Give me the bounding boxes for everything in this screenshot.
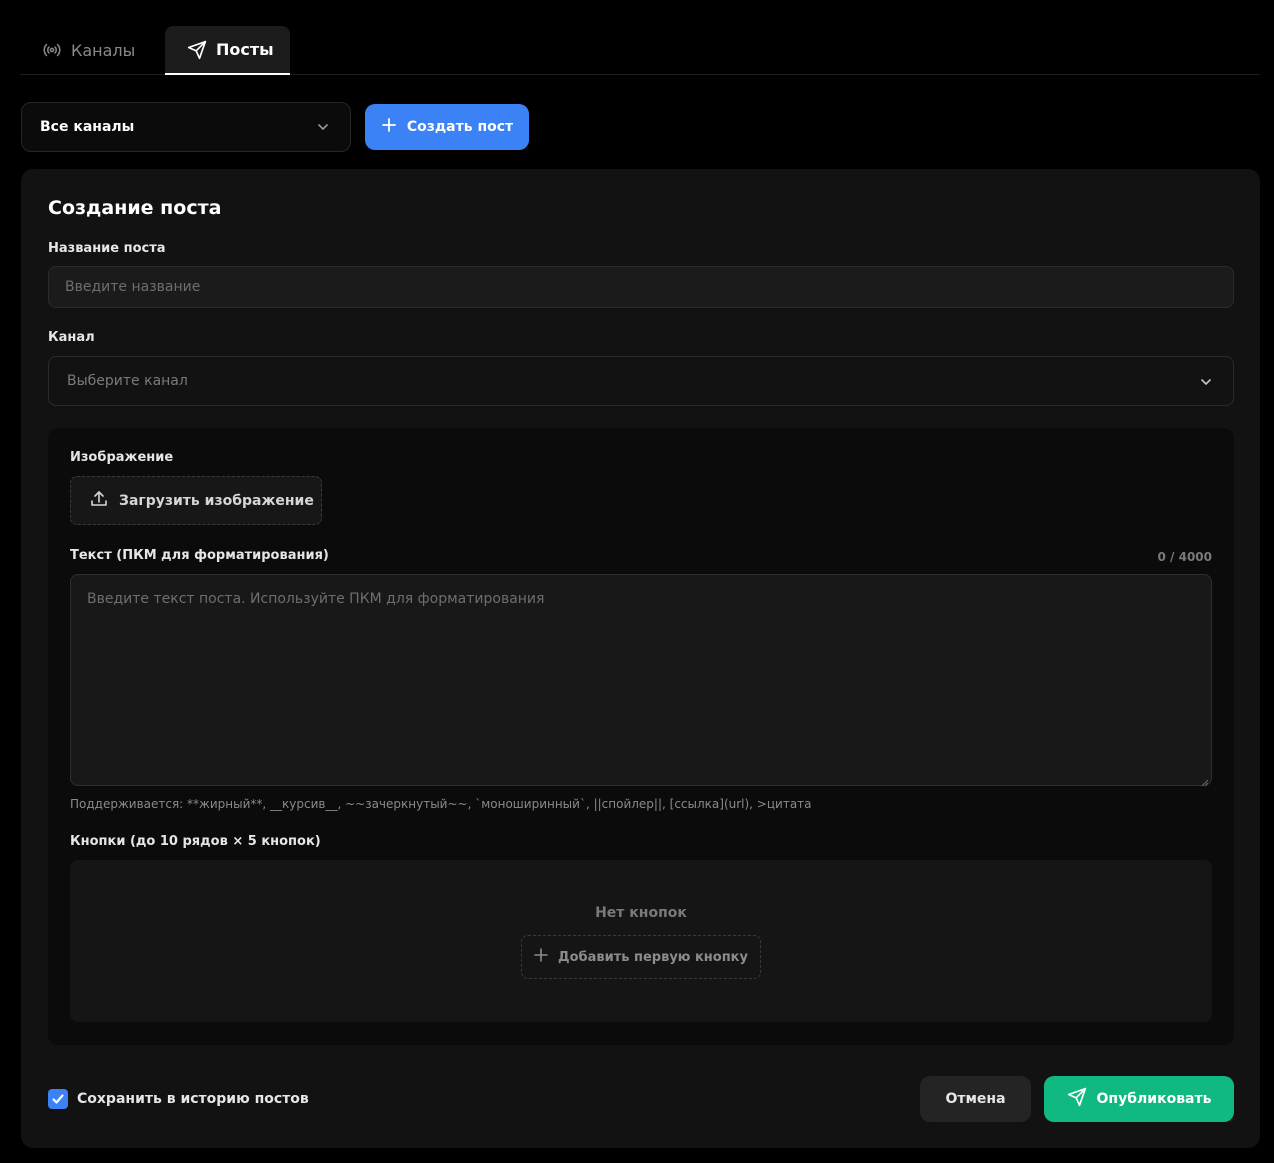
channel-filter-select[interactable]: Все каналы — [21, 102, 351, 152]
page-title: Создание поста — [48, 197, 222, 219]
post-name-label: Название поста — [48, 241, 166, 256]
format-hint: Поддерживается: **жирный**, __курсив__, … — [70, 797, 812, 811]
tab-bar: Каналы Посты — [20, 26, 1260, 75]
text-label: Текст (ПКМ для форматирования) — [70, 548, 329, 563]
checkbox-checked-icon[interactable] — [48, 1089, 68, 1109]
resize-handle-icon[interactable] — [1201, 775, 1209, 787]
tab-channels-label: Каналы — [71, 40, 136, 60]
channel-placeholder: Выберите канал — [67, 373, 188, 389]
create-post-label: Создать пост — [406, 119, 514, 135]
channel-label: Канал — [48, 330, 95, 345]
broadcast-icon — [42, 40, 62, 60]
publish-button[interactable]: Опубликовать — [1044, 1076, 1234, 1122]
add-first-button-label: Добавить первую кнопку — [558, 949, 748, 965]
upload-image-button[interactable]: Загрузить изображение — [70, 476, 322, 525]
save-history-label: Сохранить в историю постов — [77, 1091, 309, 1107]
tab-channels[interactable]: Каналы — [42, 26, 135, 74]
send-icon — [187, 40, 207, 60]
save-history-checkbox[interactable]: Сохранить в историю постов — [48, 1089, 309, 1109]
cancel-label: Отмена — [945, 1091, 1006, 1107]
image-label: Изображение — [70, 450, 174, 465]
publish-label: Опубликовать — [1096, 1091, 1212, 1107]
chevron-down-icon — [316, 120, 330, 138]
add-first-button[interactable]: Добавить первую кнопку — [521, 935, 761, 979]
post-text-area[interactable]: Введите текст поста. Используйте ПКМ для… — [70, 574, 1212, 787]
char-counter: 0 / 4000 — [1157, 550, 1213, 564]
create-post-button[interactable]: Создать пост — [365, 104, 529, 150]
upload-image-label: Загрузить изображение — [119, 492, 314, 509]
create-post-card: Создание поста Название поста Введите на… — [21, 169, 1260, 1148]
upload-icon — [89, 489, 109, 513]
chevron-down-icon — [1199, 375, 1213, 393]
send-icon — [1067, 1087, 1087, 1111]
channel-filter-value: Все каналы — [40, 119, 135, 135]
tab-posts-label: Посты — [216, 40, 274, 59]
plus-icon — [381, 117, 397, 137]
buttons-label: Кнопки (до 10 рядов × 5 кнопок) — [70, 834, 321, 849]
no-buttons-text: Нет кнопок — [595, 905, 687, 921]
tab-posts[interactable]: Посты — [165, 26, 290, 75]
post-name-placeholder: Введите название — [65, 279, 201, 295]
post-name-input[interactable]: Введите название — [48, 266, 1234, 308]
channel-select[interactable]: Выберите канал — [48, 356, 1234, 406]
buttons-area: Нет кнопок Добавить первую кнопку — [70, 860, 1212, 1022]
plus-icon — [534, 948, 548, 966]
post-text-placeholder: Введите текст поста. Используйте ПКМ для… — [87, 591, 545, 607]
post-content-section: Изображение Загрузить изображение Текст … — [48, 428, 1234, 1045]
cancel-button[interactable]: Отмена — [920, 1076, 1031, 1122]
